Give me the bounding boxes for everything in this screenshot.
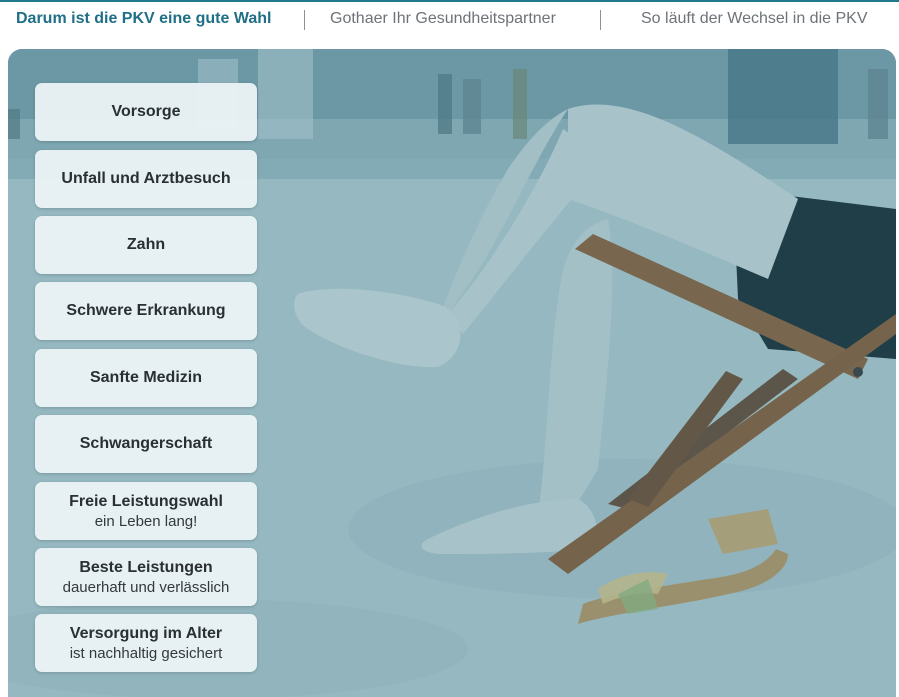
tab-wechsel-in-die-pkv[interactable]: So läuft der Wechsel in die PKV [641,10,868,28]
menu-button-unfall-arztbesuch[interactable]: Unfall und Arztbesuch [35,150,257,208]
tab-gothaer-gesundheitspartner[interactable]: Gothaer Ihr Gesundheitspartner [330,10,556,28]
menu-button-label: Zahn [126,236,166,253]
menu-button-label: Beste Leistungen [79,558,213,576]
menu-button-versorgung-im-alter[interactable]: Versorgung im Alter ist nachhaltig gesic… [35,614,257,672]
menu-button-label: Sanfte Medizin [89,369,202,386]
menu-button-label: Freie Leistungswahl [69,492,223,510]
menu-button-freie-leistungswahl[interactable]: Freie Leistungswahl ein Leben lang! [35,482,257,540]
tab-separator [600,10,601,30]
menu-button-sublabel: ein Leben lang! [94,512,198,530]
menu-button-label: Versorgung im Alter [69,624,223,642]
menu-button-label: Schwangerschaft [79,435,213,452]
menu-button-vorsorge[interactable]: Vorsorge [35,83,257,141]
menu-button-label: Schwere Erkrankung [66,302,226,319]
menu-button-zahn[interactable]: Zahn [35,216,257,274]
menu-button-sanfte-medizin[interactable]: Sanfte Medizin [35,349,257,407]
menu-button-beste-leistungen[interactable]: Beste Leistungen dauerhaft und verlässli… [35,548,257,606]
tab-separator [304,10,305,30]
hero-image-panel: Vorsorge Unfall und Arztbesuch Zahn Schw… [8,49,896,697]
top-navigation: Darum ist die PKV eine gute Wahl Gothaer… [0,0,899,40]
tab-pkv-gute-wahl[interactable]: Darum ist die PKV eine gute Wahl [16,10,271,28]
menu-button-schwere-erkrankung[interactable]: Schwere Erkrankung [35,282,257,340]
menu-button-label: Unfall und Arztbesuch [61,170,231,187]
menu-button-sublabel: dauerhaft und verlässlich [62,578,230,596]
menu-button-sublabel: ist nachhaltig gesichert [69,644,223,662]
menu-button-schwangerschaft[interactable]: Schwangerschaft [35,415,257,473]
menu-button-label: Vorsorge [111,103,181,120]
